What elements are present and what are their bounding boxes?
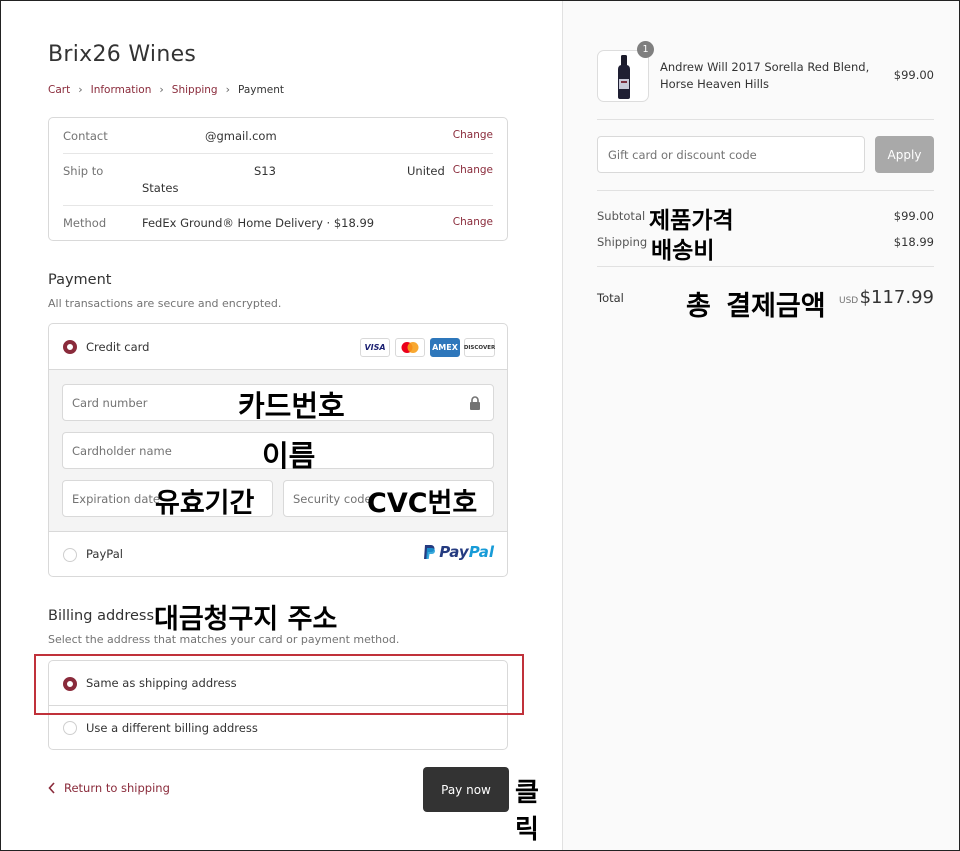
mastercard-icon — [395, 338, 425, 357]
security-placeholder: Security code — [293, 491, 372, 506]
contact-label: Contact — [63, 129, 108, 143]
card-number-placeholder: Card number — [72, 395, 148, 410]
change-method-link[interactable]: Change — [453, 216, 493, 228]
shipping-value: $18.99 — [893, 235, 934, 249]
paypal-option[interactable]: PayPal Pay Pal — [49, 532, 507, 576]
ship-to-states: States — [142, 181, 179, 195]
annotation-total: 총 결제금액 — [686, 291, 826, 322]
paypal-logo-pay: Pay — [439, 543, 469, 561]
subtotal-label: Subtotal — [597, 209, 646, 223]
billing-title: Billing address — [48, 608, 155, 624]
annotation-card-number: 카드번호 — [238, 389, 345, 423]
paypal-label: PayPal — [86, 547, 123, 561]
annotation-product-price: 제품가격 — [649, 208, 734, 234]
breadcrumb-information[interactable]: Information — [91, 84, 152, 96]
ship-to-value: S13 — [254, 164, 276, 178]
visa-icon: VISA — [360, 338, 390, 357]
annotation-name: 이름 — [262, 439, 316, 473]
return-to-shipping-link[interactable]: Return to shipping — [48, 781, 170, 795]
annotation-shipping-fee: 배송비 — [651, 238, 715, 264]
pay-now-button[interactable]: Pay now — [423, 767, 509, 812]
expiration-placeholder: Expiration date — [72, 491, 160, 506]
store-name[interactable]: Brix26 Wines — [48, 42, 196, 67]
cardholder-placeholder: Cardholder name — [72, 443, 172, 458]
credit-card-radio[interactable] — [63, 340, 77, 354]
credit-card-option[interactable]: Credit card VISA AMEX DISCOVER — [49, 324, 507, 370]
credit-card-label: Credit card — [86, 340, 150, 354]
currency-label: USD — [839, 296, 859, 306]
annotation-billing: 대금청구지 주소 — [154, 604, 338, 635]
divider — [597, 190, 934, 191]
chevron-right-icon: › — [78, 83, 83, 96]
annotation-cvc: CVC번호 — [367, 488, 478, 519]
divider — [597, 119, 934, 120]
subtotal-value: $99.00 — [893, 209, 934, 223]
breadcrumb-cart[interactable]: Cart — [48, 84, 70, 96]
highlight-box — [34, 654, 524, 715]
product-thumbnail — [597, 50, 649, 102]
divider — [597, 266, 934, 267]
paypal-radio[interactable] — [63, 548, 77, 562]
shipping-label: Shipping — [597, 235, 648, 249]
different-billing-label: Use a different billing address — [86, 721, 258, 735]
divider — [63, 205, 493, 206]
total-label: Total — [597, 291, 624, 305]
breadcrumb-payment: Payment — [238, 83, 284, 96]
method-label: Method — [63, 216, 107, 230]
payment-subtitle: All transactions are secure and encrypte… — [48, 297, 282, 310]
discount-code-placeholder: Gift card or discount code — [608, 147, 757, 162]
change-ship-link[interactable]: Change — [453, 164, 493, 176]
discover-icon: DISCOVER — [464, 338, 495, 357]
wine-bottle-icon — [618, 55, 630, 99]
ship-to-label: Ship to — [63, 164, 104, 178]
order-review-box: Contact @gmail.com Change Ship to S13 Un… — [48, 117, 508, 241]
amex-icon: AMEX — [430, 338, 460, 357]
paypal-logo: Pay Pal — [423, 543, 494, 561]
order-summary — [562, 0, 960, 851]
payment-title: Payment — [48, 272, 112, 288]
discount-code-input[interactable]: Gift card or discount code — [597, 136, 865, 173]
chevron-right-icon: › — [225, 83, 231, 96]
different-billing-radio[interactable] — [63, 721, 77, 735]
breadcrumb-shipping[interactable]: Shipping — [172, 84, 218, 96]
annotation-click: 클릭 — [515, 778, 539, 845]
total-value: $117.99 — [859, 287, 934, 308]
chevron-right-icon: › — [159, 83, 164, 96]
chevron-left-icon — [48, 782, 55, 794]
product-name: Andrew Will 2017 Sorella Red Blend, Hors… — [660, 60, 870, 91]
method-value: FedEx Ground® Home Delivery · $18.99 — [142, 216, 375, 230]
product-price: $99.00 — [893, 68, 934, 82]
breadcrumb: Cart › Information › Shipping › Payment — [48, 83, 284, 96]
change-contact-link[interactable]: Change — [453, 129, 493, 141]
annotation-expiry: 유효기간 — [155, 488, 255, 519]
ship-to-country: United — [407, 164, 445, 178]
paypal-logo-pal: Pal — [468, 543, 494, 561]
return-to-shipping-label: Return to shipping — [64, 781, 170, 795]
divider — [63, 153, 493, 154]
lock-icon — [470, 396, 480, 410]
paypal-icon — [424, 545, 436, 559]
checkout-main: Brix26 Wines Cart › Information › Shippi… — [0, 0, 562, 851]
quantity-badge: 1 — [637, 41, 654, 58]
apply-button[interactable]: Apply — [875, 136, 934, 173]
contact-value: @gmail.com — [205, 129, 277, 143]
